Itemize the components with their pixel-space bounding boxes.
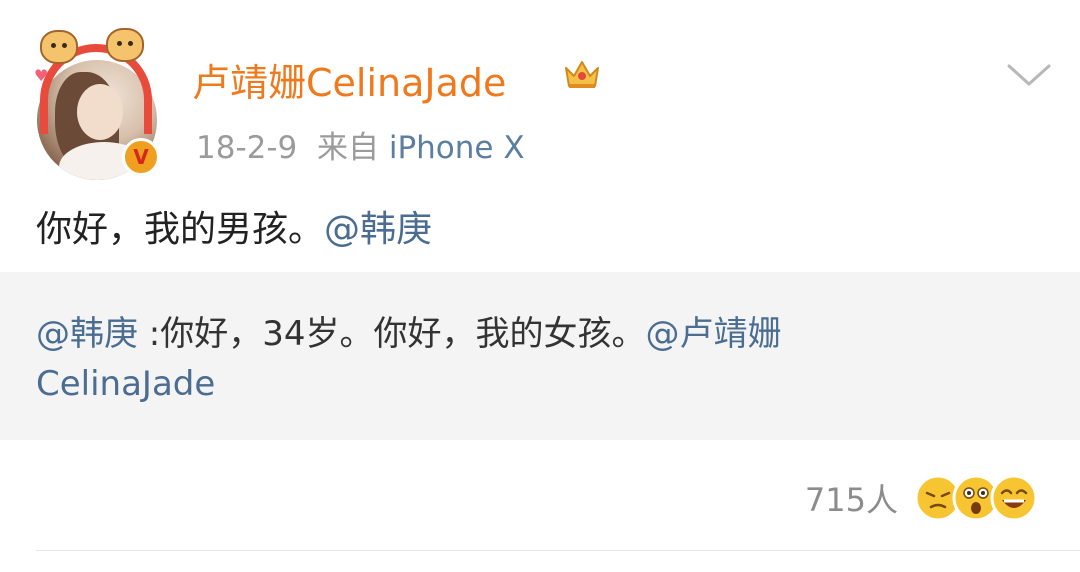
crown-icon (565, 61, 599, 88)
retweet-author-mention[interactable]: @韩庚 (36, 314, 138, 354)
retweet-mention-link[interactable]: @卢靖姗 (646, 314, 782, 354)
verified-badge-icon: V (122, 138, 160, 176)
cow-decoration-icon (106, 28, 144, 62)
avatar[interactable]: ♥ V (34, 26, 164, 180)
heart-icon: ♥ (34, 66, 49, 85)
reaction-count: 715人 (804, 481, 898, 519)
weibo-post-card: ♥ V 卢靖姗CelinaJade 18-2-9 来自 iPhone X 你好，… (0, 0, 1080, 572)
post-text: 你好，我的男孩。@韩庚 (36, 200, 432, 252)
post-meta: 18-2-9 来自 iPhone X (196, 122, 525, 167)
mention-link[interactable]: @韩庚 (324, 209, 432, 250)
retweet-text-body: :你好，34岁。你好，我的女孩。 (138, 314, 646, 354)
post-date: 18-2-9 (196, 130, 298, 166)
post-text-body: 你好，我的男孩。 (36, 209, 325, 250)
retweet-box[interactable]: @韩庚 :你好，34岁。你好，我的女孩。@卢靖姗 CelinaJade (0, 272, 1080, 440)
divider (36, 550, 1080, 551)
retweet-mention-continued[interactable]: CelinaJade (36, 364, 215, 404)
author-name[interactable]: 卢靖姗CelinaJade (192, 52, 506, 107)
cow-decoration-icon (40, 30, 78, 64)
post-source-device[interactable]: iPhone X (389, 130, 525, 166)
chevron-down-icon[interactable] (1006, 60, 1052, 90)
reaction-emoji-stack[interactable] (914, 470, 1042, 526)
laughing-face-icon (990, 474, 1038, 522)
reactions-bar[interactable]: 715人 (805, 470, 1042, 526)
post-source-prefix: 来自 (316, 130, 379, 166)
retweet-text: @韩庚 :你好，34岁。你好，我的女孩。@卢靖姗 (36, 306, 782, 355)
